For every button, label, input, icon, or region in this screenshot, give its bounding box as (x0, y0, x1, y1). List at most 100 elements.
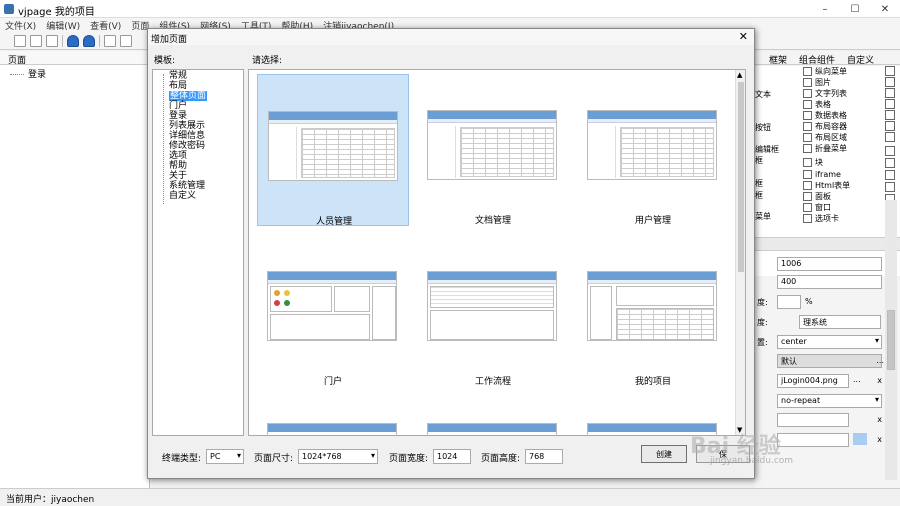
template-item-custom[interactable]: 自定义 (169, 191, 196, 201)
clear-x-button[interactable]: x (877, 415, 882, 424)
component-fragment[interactable]: 框 (755, 190, 763, 201)
template-item-layout[interactable]: 布局 (169, 81, 187, 91)
template-item-portal[interactable]: 门户 (169, 101, 187, 111)
component-vertical-menu[interactable]: 纵向菜单 (803, 66, 847, 77)
open-icon[interactable] (30, 34, 42, 47)
component-icon-partial[interactable] (885, 88, 895, 98)
component-accordion-menu[interactable]: 折叠菜单 (803, 143, 847, 154)
component-block[interactable]: 块 (803, 157, 823, 168)
template-item-whole-page[interactable]: 整体页面 (169, 91, 208, 101)
menu-edit[interactable]: 编辑(W) (41, 18, 85, 32)
page-size-select[interactable]: 1024*768 (298, 449, 378, 464)
prop-width-input[interactable]: 1006 (777, 257, 882, 271)
template-item-about[interactable]: 关于 (169, 171, 187, 181)
prop-repeat-select[interactable]: no-repeat (777, 394, 882, 408)
dialog-close-icon[interactable]: ✕ (739, 30, 748, 43)
prop-percent-input[interactable] (777, 295, 801, 309)
component-icon-partial[interactable] (885, 77, 895, 87)
component-fragment[interactable]: 按钮 (755, 122, 771, 133)
template-item-general[interactable]: 常规 (169, 71, 187, 81)
template-card[interactable]: 门户 (257, 235, 409, 387)
component-icon-partial[interactable] (885, 121, 895, 131)
prop-percent: 度: % (755, 293, 900, 311)
template-card[interactable] (417, 394, 569, 435)
component-icon-partial[interactable] (885, 182, 895, 192)
scrollbar-thumb[interactable] (738, 82, 744, 272)
template-item-login[interactable]: 登录 (169, 111, 187, 121)
tab-frame[interactable]: 框架 (765, 51, 791, 66)
component-data-table[interactable]: 数据表格 (803, 110, 847, 121)
create-button[interactable]: 创建 (641, 445, 687, 463)
component-table[interactable]: 表格 (803, 99, 831, 110)
clear-x-button[interactable]: x (877, 376, 882, 385)
template-card[interactable]: 用户管理 (577, 74, 729, 226)
prop-title-input[interactable]: 理系统 (799, 315, 881, 329)
prop-color2-input[interactable] (777, 433, 849, 447)
component-fragment[interactable]: 菜单 (755, 211, 771, 222)
component-html-form[interactable]: Html表单 (803, 180, 850, 191)
more-button[interactable]: ... (876, 356, 884, 365)
upload-icon[interactable] (67, 34, 79, 47)
template-card-label: 我的项目 (634, 377, 671, 387)
new-page-icon[interactable] (14, 34, 26, 47)
component-tabs[interactable]: 选项卡 (803, 213, 839, 224)
component-fragment[interactable]: 文本 (755, 89, 771, 100)
component-fragment[interactable]: 框 (755, 178, 763, 189)
component-layout-container[interactable]: 布局容器 (803, 121, 847, 132)
color-swatch[interactable] (853, 433, 867, 445)
component-fragment[interactable]: 编辑框 (755, 144, 779, 155)
prop-height-input[interactable]: 400 (777, 275, 882, 289)
tab-custom[interactable]: 自定义 (843, 51, 878, 66)
prop-bg-image-input[interactable]: jLogin004.png (777, 374, 849, 388)
prop-align-select[interactable]: center (777, 335, 882, 349)
component-icon-partial[interactable] (885, 170, 895, 180)
template-card[interactable]: 工作流程 (417, 235, 569, 387)
maximize-icon[interactable]: ☐ (840, 0, 870, 18)
template-item-change-password[interactable]: 修改密码 (169, 141, 205, 151)
component-icon-partial[interactable] (885, 99, 895, 109)
menu-view[interactable]: 查看(V) (85, 18, 126, 32)
component-text-list[interactable]: 文字列表 (803, 88, 847, 99)
page-height-input[interactable]: 768 (525, 449, 563, 464)
copy-icon[interactable] (120, 34, 132, 47)
template-card[interactable]: 我的项目 (577, 235, 729, 387)
template-card[interactable]: 人员管理 (257, 74, 409, 227)
page-width-input[interactable]: 1024 (433, 449, 471, 464)
template-item-system-admin[interactable]: 系统管理 (169, 181, 205, 191)
page-tree-item-login[interactable]: 登录 (10, 67, 46, 80)
component-window[interactable]: 窗口 (803, 202, 831, 213)
component-icon-partial[interactable] (885, 66, 895, 76)
gallery-scrollbar[interactable]: ▲ ▼ (735, 70, 745, 435)
template-item-options[interactable]: 选项 (169, 151, 187, 161)
component-icon-partial[interactable] (885, 110, 895, 120)
component-image[interactable]: 图片 (803, 77, 831, 88)
clear-x-button[interactable]: x (877, 435, 882, 444)
menu-file[interactable]: 文件(X) (0, 18, 41, 32)
component-fragment[interactable]: 框 (755, 155, 763, 166)
browse-button[interactable]: ... (853, 375, 861, 384)
template-card[interactable]: 文档管理 (417, 74, 569, 226)
component-panel[interactable]: 面板 (803, 191, 831, 202)
close-icon[interactable]: ✕ (870, 0, 900, 18)
component-icon-partial[interactable] (885, 132, 895, 142)
template-item-list[interactable]: 列表展示 (169, 121, 205, 131)
component-iframe[interactable]: iframe (803, 169, 841, 180)
properties-scrollbar[interactable] (885, 200, 897, 480)
device-type-label: 终端类型: (162, 454, 202, 464)
prop-default-input[interactable]: 默认 (777, 354, 882, 368)
device-type-select[interactable]: PC (206, 449, 244, 464)
component-icon-partial[interactable] (885, 158, 895, 168)
prop-color-input[interactable] (777, 413, 849, 427)
scroll-up-icon[interactable]: ▲ (737, 71, 742, 79)
template-card[interactable] (257, 394, 409, 435)
save-icon[interactable] (46, 34, 58, 47)
template-item-details[interactable]: 详细信息 (169, 131, 205, 141)
cut-icon[interactable] (104, 34, 116, 47)
minimize-icon[interactable]: – (810, 0, 840, 18)
template-item-help[interactable]: 帮助 (169, 161, 187, 171)
component-layout-region[interactable]: 布局区域 (803, 132, 847, 143)
download-icon[interactable] (83, 34, 95, 47)
scrollbar-thumb[interactable] (887, 310, 895, 370)
component-icon-partial[interactable] (885, 146, 895, 156)
tab-combo-components[interactable]: 组合组件 (795, 51, 839, 66)
